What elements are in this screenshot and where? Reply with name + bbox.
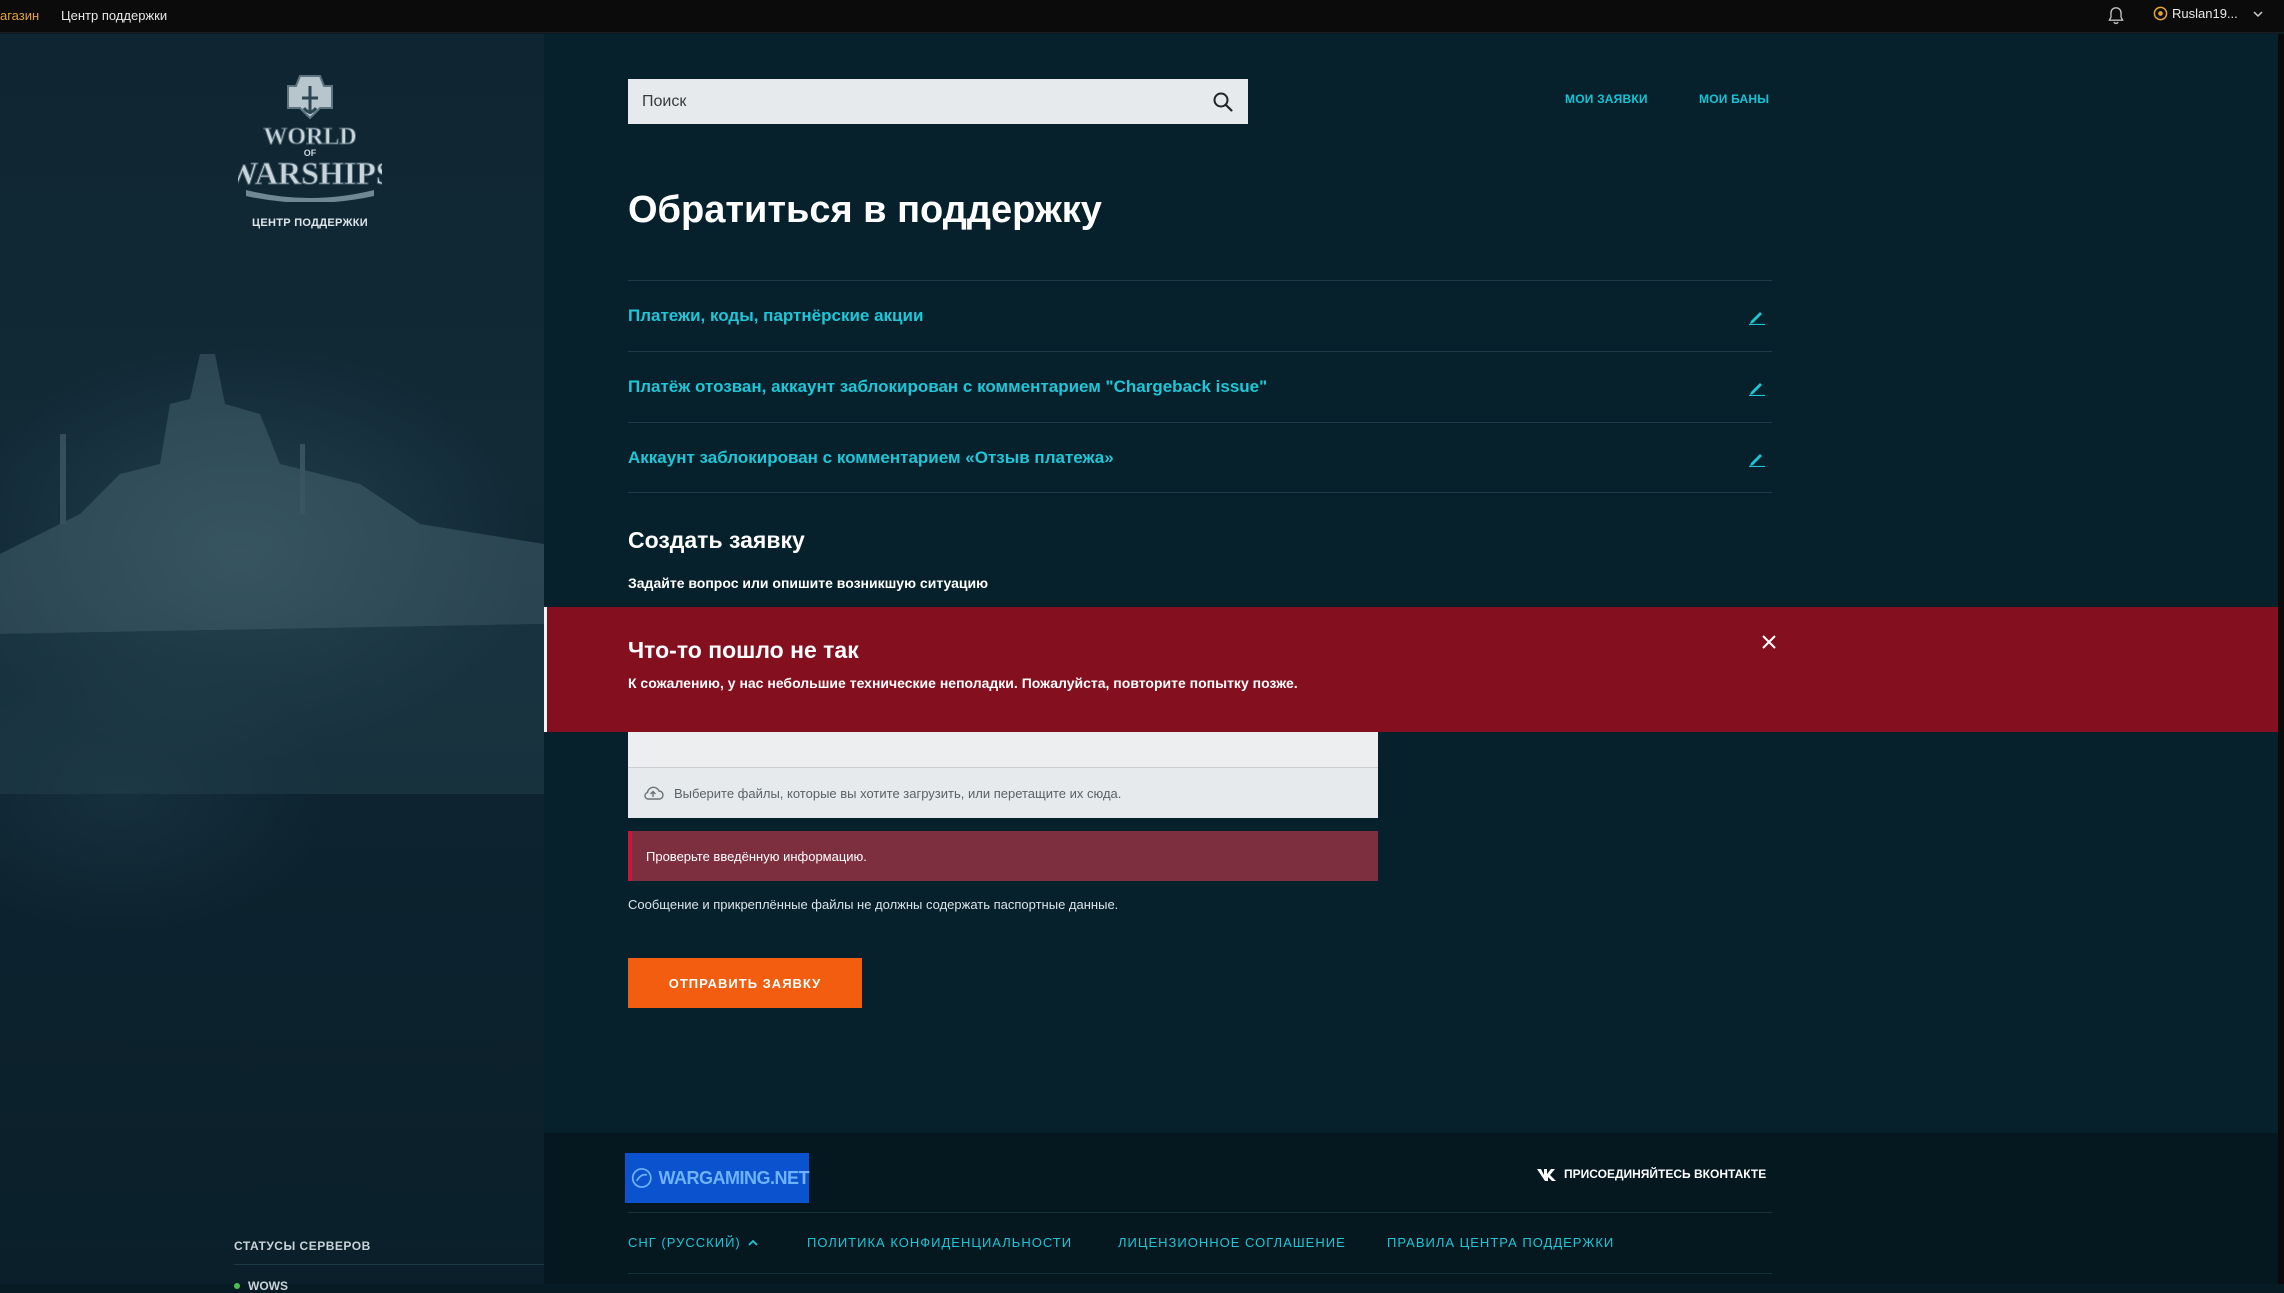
close-icon	[1762, 635, 1776, 649]
sidebar: WORLD OF WARSHIPS ЦЕНТР ПОДДЕРЖКИ СТАТУС…	[0, 34, 544, 1293]
faq-item-label: Платёж отозван, аккаунт заблокирован с к…	[628, 377, 1268, 396]
privacy-notice: Сообщение и прикреплённые файлы не должн…	[628, 897, 1119, 912]
search-icon	[1213, 92, 1233, 112]
wargaming-emblem-icon	[631, 1168, 652, 1188]
top-bar: агазин Центр поддержки Ruslan19...	[0, 0, 2284, 33]
faq-item[interactable]: Платёж отозван, аккаунт заблокирован с к…	[628, 351, 1772, 422]
footer: WARGAMING.NET ПРИСОЕДИНЯЙТЕСЬ ВКОНТАКТЕ …	[544, 1133, 2284, 1284]
search-button[interactable]	[1198, 79, 1248, 124]
alert-title: Что-то пошло не так	[628, 637, 859, 663]
validation-error-message: Проверьте введённую информацию.	[628, 831, 1378, 881]
submit-request-button[interactable]: ОТПРАВИТЬ ЗАЯВКУ	[628, 958, 862, 1008]
faq-item-label: Платежи, коды, партнёрские акции	[628, 306, 924, 325]
svg-text:WARSHIPS: WARSHIPS	[238, 155, 382, 191]
server-status-item[interactable]: WOWS	[234, 1279, 288, 1293]
alert-close-button[interactable]	[1757, 630, 1781, 654]
server-status-title: СТАТУСЫ СЕРВЕРОВ	[234, 1239, 371, 1253]
server-name: WOWS	[248, 1279, 288, 1293]
divider	[234, 1264, 544, 1265]
wargaming-logo-text: WARGAMING.NET	[658, 1167, 810, 1188]
cloud-upload-icon	[644, 786, 664, 800]
support-rules-link[interactable]: ПРАВИЛА ЦЕНТРА ПОДДЕРЖКИ	[1387, 1235, 1614, 1250]
shop-link[interactable]: агазин	[0, 8, 39, 23]
faq-list: Платежи, коды, партнёрские акции Платёж …	[628, 280, 1772, 493]
svg-text:WORLD: WORLD	[263, 124, 356, 150]
my-requests-link[interactable]: МОИ ЗАЯВКИ	[1565, 92, 1648, 106]
pencil-icon	[1749, 383, 1765, 396]
file-upload-dropzone[interactable]: Выберите файлы, которые вы хотите загруз…	[628, 768, 1378, 818]
divider	[628, 1212, 1772, 1213]
faq-item-label: Аккаунт заблокирован с комментарием «Отз…	[628, 447, 1114, 467]
wargaming-logo[interactable]: WARGAMING.NET	[625, 1153, 809, 1203]
vk-join-label: ПРИСОЕДИНЯЙТЕСЬ ВКОНТАКТЕ	[1564, 1167, 1767, 1181]
privacy-policy-link[interactable]: ПОЛИТИКА КОНФИДЕНЦИАЛЬНОСТИ	[807, 1235, 1072, 1250]
vk-join-link[interactable]: ПРИСОЕДИНЯЙТЕСЬ ВКОНТАКТЕ	[1536, 1167, 1766, 1181]
pencil-icon	[1749, 453, 1765, 467]
search-input[interactable]	[628, 79, 1198, 124]
message-textarea[interactable]	[628, 732, 1378, 768]
pencil-icon	[1749, 312, 1765, 325]
upload-hint: Выберите файлы, которые вы хотите загруз…	[674, 785, 1122, 801]
bell-icon[interactable]	[2105, 5, 2127, 27]
coin-icon	[2153, 6, 2168, 21]
ship-background-image	[0, 354, 544, 794]
vk-icon	[1537, 1168, 1556, 1181]
create-request-subtitle: Задайте вопрос или опишите возникшую сит…	[628, 575, 989, 591]
region-selector[interactable]: СНГ (РУССКИЙ)	[628, 1235, 759, 1250]
faq-item[interactable]: Аккаунт заблокирован с комментарием «Отз…	[628, 422, 1772, 493]
logo-caption: ЦЕНТР ПОДДЕРЖКИ	[251, 217, 368, 229]
region-label: СНГ (РУССКИЙ)	[628, 1235, 741, 1250]
error-alert-banner: Что-то пошло не так К сожалению, у нас н…	[544, 607, 2284, 732]
user-name: Ruslan19...	[2172, 6, 2238, 21]
faq-item[interactable]: Платежи, коды, партнёрские акции	[628, 280, 1772, 351]
chevron-down-icon	[2253, 10, 2263, 17]
window-edge	[2278, 34, 2284, 1284]
user-menu[interactable]: Ruslan19...	[2153, 6, 2264, 21]
search-box	[628, 79, 1248, 124]
create-request-title: Создать заявку	[628, 527, 805, 553]
support-center-link[interactable]: Центр поддержки	[61, 8, 167, 23]
page-title: Обратиться в поддержку	[628, 189, 1102, 231]
chevron-up-icon	[748, 1239, 758, 1246]
license-agreement-link[interactable]: ЛИЦЕНЗИОННОЕ СОГЛАШЕНИЕ	[1118, 1235, 1346, 1250]
main-content: МОИ ЗАЯВКИ МОИ БАНЫ Обратиться в поддерж…	[544, 34, 2284, 1134]
alert-text: К сожалению, у нас небольшие технические…	[628, 675, 1298, 691]
world-of-warships-logo: WORLD OF WARSHIPS	[238, 75, 382, 202]
divider	[628, 1273, 1772, 1274]
my-bans-link[interactable]: МОИ БАНЫ	[1699, 92, 1769, 106]
